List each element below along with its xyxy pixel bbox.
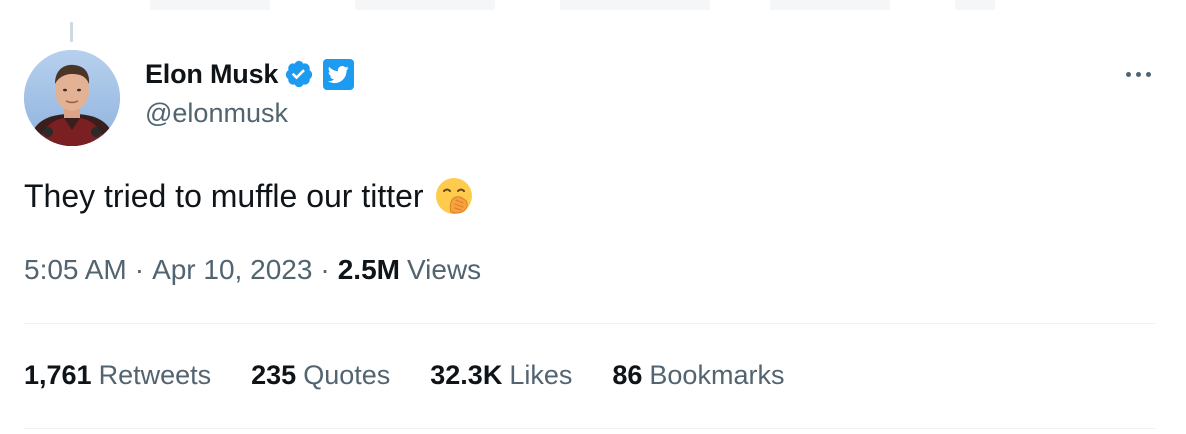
views-label: Views — [406, 254, 482, 285]
engagement-stats: 1,761 Retweets 235 Quotes 32.3K Likes 86… — [24, 360, 824, 391]
tweet-meta: 5:05 AM · Apr 10, 2023 · 2.5M Views — [24, 254, 481, 286]
stat-likes[interactable]: 32.3K Likes — [430, 360, 572, 391]
stat-label: Bookmarks — [649, 360, 785, 390]
author-name-row: Elon Musk — [145, 56, 355, 92]
tweet-date[interactable]: Apr 10, 2023 — [152, 254, 312, 286]
stat-count: 32.3K — [430, 360, 503, 390]
meta-separator: · — [320, 254, 330, 285]
stat-quotes[interactable]: 235 Quotes — [251, 360, 390, 391]
divider — [24, 323, 1156, 324]
face-with-hand-over-mouth-icon — [434, 176, 474, 216]
stat-bookmarks[interactable]: 86 Bookmarks — [612, 360, 784, 391]
tweet-body: They tried to muffle our titter — [24, 176, 474, 216]
stat-retweets[interactable]: 1,761 Retweets — [24, 360, 211, 391]
previous-tweet-fragment — [0, 0, 1186, 16]
tweet-time[interactable]: 5:05 AM — [24, 254, 127, 286]
twitter-bird-icon[interactable] — [323, 58, 355, 90]
stat-count: 235 — [251, 360, 297, 390]
avatar[interactable] — [24, 50, 120, 146]
thread-connector-line — [70, 22, 73, 42]
divider — [24, 428, 1156, 429]
views-count: 2.5M — [337, 254, 400, 285]
stat-label: Quotes — [303, 360, 391, 390]
author-handle[interactable]: @elonmusk — [145, 98, 288, 129]
stat-count: 86 — [612, 360, 643, 390]
author-display-name[interactable]: Elon Musk — [145, 59, 278, 90]
meta-separator: · — [134, 254, 145, 285]
more-options-icon[interactable] — [1118, 62, 1158, 86]
tweet-text: They tried to muffle our titter — [24, 177, 424, 214]
stat-label: Likes — [509, 360, 573, 390]
stat-count: 1,761 — [24, 360, 92, 390]
verified-badge-icon[interactable] — [284, 59, 314, 89]
stat-label: Retweets — [98, 360, 212, 390]
